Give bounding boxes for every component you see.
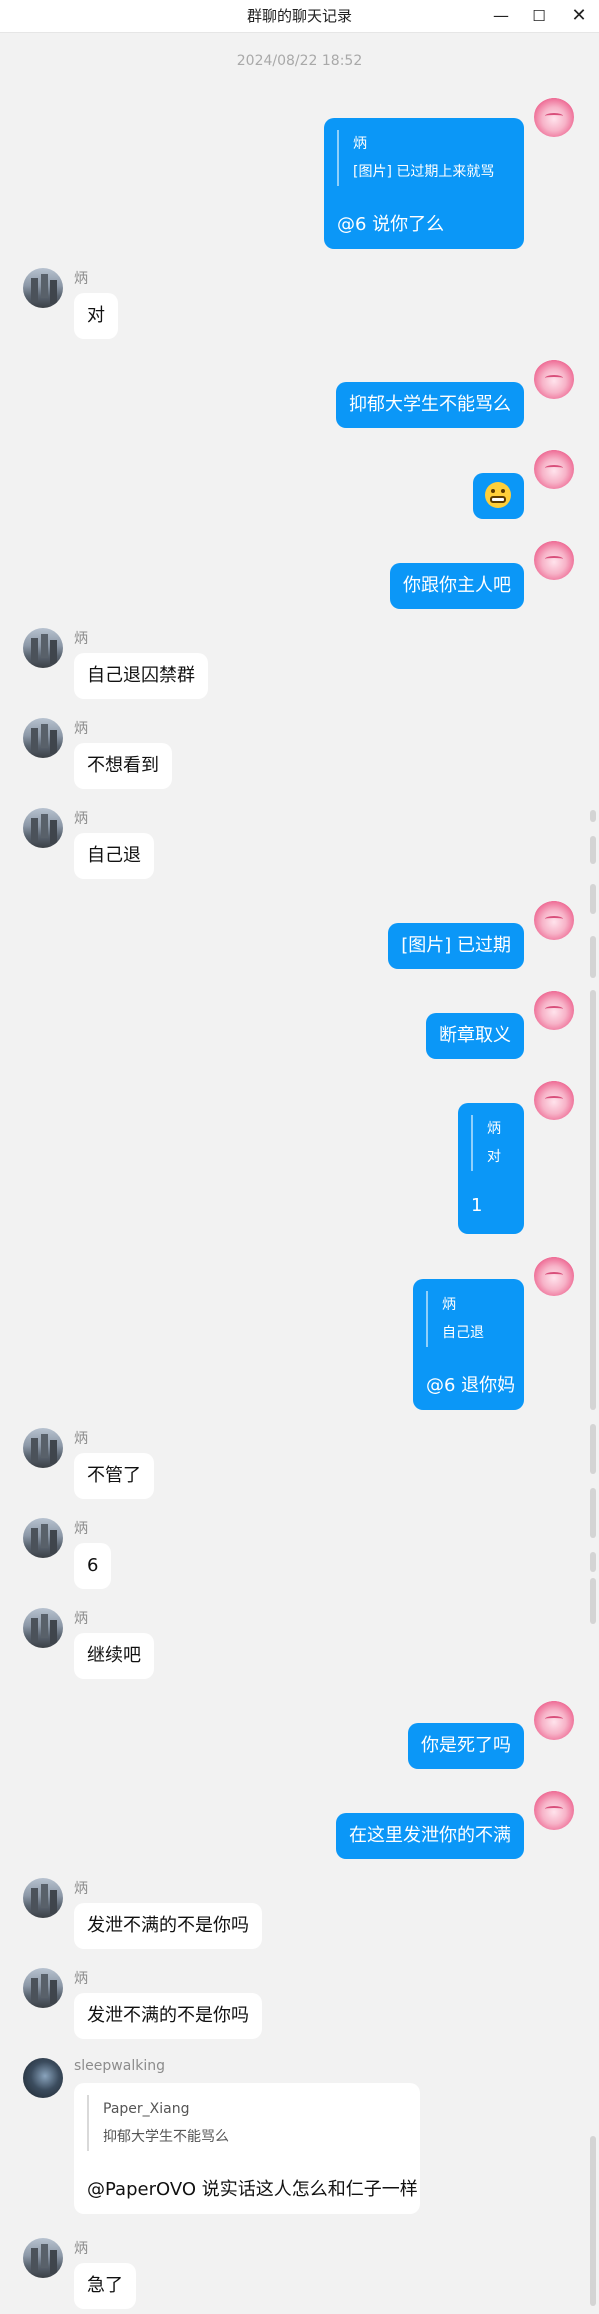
- avatar[interactable]: [23, 1968, 63, 2008]
- quote-text: [图片] 已过期上来就骂: [353, 164, 495, 180]
- quote-text: 抑郁大学生不能骂么: [103, 2129, 229, 2145]
- scrollbar-thumb[interactable]: [590, 1424, 596, 1474]
- avatar[interactable]: [534, 1790, 574, 1830]
- scrollbar-thumb[interactable]: [590, 1578, 596, 1624]
- scrollbar-thumb[interactable]: [590, 1552, 596, 1572]
- scrollbar-thumb[interactable]: [590, 2136, 596, 2306]
- message-bubble[interactable]: 发泄不满的不是你吗: [74, 1993, 262, 2039]
- message-bubble[interactable]: 6: [74, 1543, 112, 1589]
- quoted-message: 炳 对: [471, 1115, 501, 1171]
- message-bubble[interactable]: 继续吧: [74, 1633, 154, 1679]
- avatar[interactable]: [534, 540, 574, 580]
- avatar[interactable]: [23, 2238, 63, 2278]
- message-bubble[interactable]: 发泄不满的不是你吗: [74, 1903, 262, 1949]
- message-bubble[interactable]: 抑郁大学生不能骂么: [336, 382, 524, 428]
- message-bubble[interactable]: Paper_Xiang 抑郁大学生不能骂么 @PaperOVO 说实话这人怎么和…: [74, 2083, 420, 2214]
- sender-name: 炳: [74, 721, 88, 737]
- sender-name: sleepwalking: [74, 2058, 165, 2074]
- sender-name: 炳: [74, 1431, 88, 1447]
- title-bar: 群聊的聊天记录 — ☐ ✕: [0, 0, 599, 33]
- quote-sender: 炳: [487, 1121, 501, 1137]
- avatar[interactable]: [23, 628, 63, 668]
- message-bubble[interactable]: 炳 自己退 @6 退你妈: [413, 1279, 524, 1410]
- message-bubble[interactable]: 炳 [图片] 已过期上来就骂 @6 说你了么: [324, 118, 524, 249]
- close-button[interactable]: ✕: [561, 0, 597, 32]
- scrollbar-thumb[interactable]: [590, 936, 596, 978]
- quote-sender: 炳: [442, 1297, 456, 1313]
- timestamp: 2024/08/22 18:52: [236, 53, 363, 69]
- quoted-message: 炳 自己退: [426, 1291, 484, 1347]
- maximize-button[interactable]: ☐: [521, 0, 557, 32]
- quote-text: 对: [487, 1149, 501, 1165]
- grinning-face-icon: [485, 482, 511, 508]
- avatar[interactable]: [534, 449, 574, 489]
- quote-sender: Paper_Xiang: [103, 2101, 190, 2117]
- minimize-button[interactable]: —: [483, 0, 519, 32]
- message-bubble[interactable]: 自己退囚禁群: [74, 653, 208, 699]
- message-bubble[interactable]: [473, 473, 524, 519]
- sender-name: 炳: [74, 1611, 88, 1627]
- avatar[interactable]: [534, 990, 574, 1030]
- message-text: @6 退你妈: [426, 1375, 516, 1396]
- avatar[interactable]: [534, 1700, 574, 1740]
- message-bubble[interactable]: 急了: [74, 2263, 136, 2309]
- avatar[interactable]: [534, 97, 574, 137]
- quoted-message: Paper_Xiang 抑郁大学生不能骂么: [87, 2095, 229, 2151]
- sender-name: 炳: [74, 631, 88, 647]
- sender-name: 炳: [74, 811, 88, 827]
- message-bubble[interactable]: 你跟你主人吧: [390, 563, 524, 609]
- message-bubble[interactable]: 自己退: [74, 833, 154, 879]
- scrollbar-thumb[interactable]: [590, 884, 596, 914]
- message-bubble[interactable]: 在这里发泄你的不满: [336, 1813, 524, 1859]
- sender-name: 炳: [74, 1521, 88, 1537]
- sender-name: 炳: [74, 271, 88, 287]
- avatar[interactable]: [23, 1428, 63, 1468]
- avatar[interactable]: [23, 808, 63, 848]
- avatar[interactable]: [534, 1256, 574, 1296]
- avatar[interactable]: [23, 2058, 63, 2098]
- message-bubble[interactable]: 炳 对 1: [458, 1103, 524, 1234]
- scrollbar-thumb[interactable]: [590, 990, 596, 1410]
- message-bubble[interactable]: 不想看到: [74, 743, 172, 789]
- message-bubble[interactable]: 断章取义: [426, 1013, 524, 1059]
- avatar[interactable]: [23, 1608, 63, 1648]
- message-bubble[interactable]: [图片] 已过期: [388, 923, 524, 969]
- avatar[interactable]: [23, 1518, 63, 1558]
- quote-sender: 炳: [353, 136, 367, 152]
- message-text: 1: [471, 1195, 483, 1216]
- scrollbar-thumb[interactable]: [590, 1488, 596, 1538]
- avatar[interactable]: [534, 900, 574, 940]
- quote-text: 自己退: [442, 1325, 484, 1341]
- message-bubble[interactable]: 你是死了吗: [408, 1723, 524, 1769]
- scrollbar-thumb[interactable]: [590, 836, 596, 864]
- avatar[interactable]: [23, 1878, 63, 1918]
- sender-name: 炳: [74, 1971, 88, 1987]
- sender-name: 炳: [74, 1881, 88, 1897]
- sender-name: 炳: [74, 2241, 88, 2257]
- scrollbar-thumb[interactable]: [590, 810, 596, 822]
- message-bubble[interactable]: 对: [74, 293, 118, 339]
- message-bubble[interactable]: 不管了: [74, 1453, 154, 1499]
- message-text: @PaperOVO 说实话这人怎么和仁子一样: [87, 2179, 418, 2200]
- avatar[interactable]: [534, 1080, 574, 1120]
- avatar[interactable]: [23, 718, 63, 758]
- avatar[interactable]: [534, 359, 574, 399]
- avatar[interactable]: [23, 268, 63, 308]
- quoted-message: 炳 [图片] 已过期上来就骂: [337, 130, 494, 186]
- message-text: @6 说你了么: [337, 214, 445, 235]
